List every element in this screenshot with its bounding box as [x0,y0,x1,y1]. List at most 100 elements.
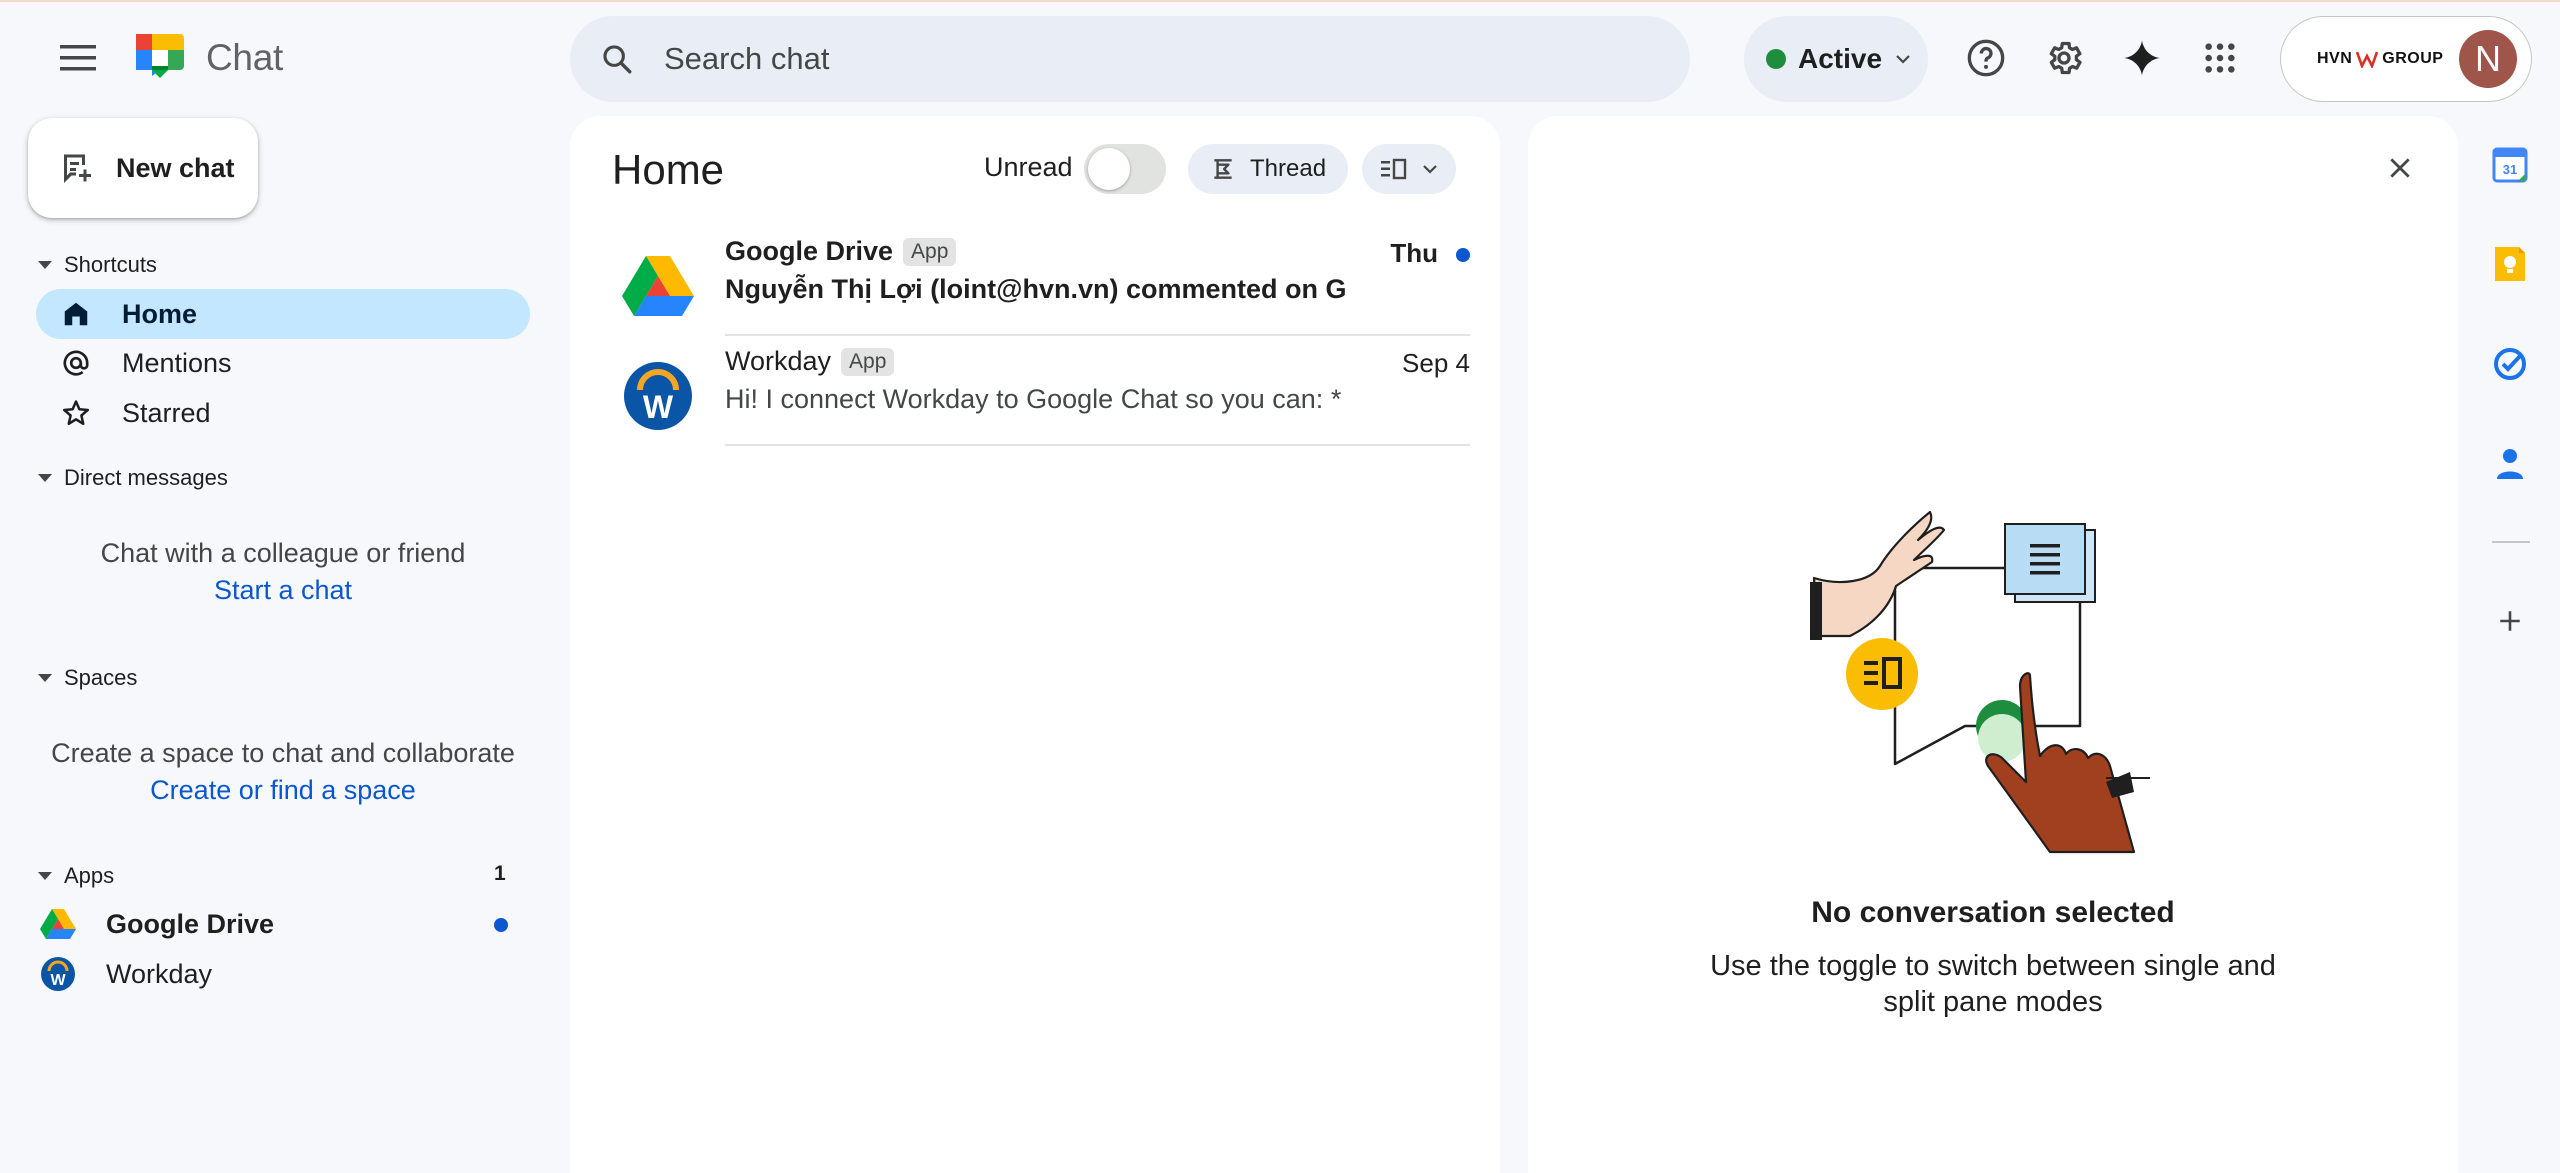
unread-toggle-label: Unread [984,152,1073,182]
conversation-preview: Hi! I connect Workday to Google Chat so … [725,384,1345,414]
conversation-title: Workday [725,346,832,376]
row-divider [725,444,1470,446]
home-conversation-list: Home Unread Thread Google Drive App Thu … [570,116,1500,1173]
new-chat-button[interactable]: New chat [28,118,258,218]
new-chat-label: New chat [116,152,235,183]
page-title: Home [612,146,725,193]
status-dropdown[interactable]: Active [1744,16,1928,102]
conversation-preview: Nguyễn Thị Lợi (loint@hvn.vn) commented … [725,274,1345,304]
get-add-ons-button[interactable] [2486,597,2534,645]
settings-button[interactable] [2036,30,2092,86]
unread-dot [494,918,508,932]
section-label: Shortcuts [64,252,157,277]
caret-down-icon [38,872,52,880]
search-icon[interactable] [600,42,634,76]
sidebar-item-label: Home [122,298,198,329]
start-chat-link[interactable]: Start a chat [36,572,530,609]
empty-state-illustration [1800,506,2180,886]
google-drive-icon [622,250,694,322]
spaces-empty-note: Create a space to chat and collaborate C… [36,735,530,809]
keep-app-button[interactable] [2486,240,2534,288]
conversation-date: Thu [1390,238,1438,268]
grid-apps-icon [2203,41,2237,75]
spaces-section-header[interactable]: Spaces [38,665,137,691]
conversation-name: Google Drive App [725,236,957,267]
conversation-name: Workday App [725,346,895,377]
chat-logo[interactable]: Chat [132,30,283,86]
toggle-knob [1088,148,1130,190]
app-title: Chat [206,37,283,78]
empty-state-title: No conversation selected [1811,896,2175,929]
sidebar-item-starred[interactable]: Starred [36,388,530,438]
caret-down-icon [38,474,52,482]
contacts-app-button[interactable] [2486,440,2534,488]
direct-messages-section-header[interactable]: Direct messages [38,465,228,491]
tasks-app-button[interactable] [2486,340,2534,388]
section-label: Apps [64,863,115,888]
shortcuts-section-header[interactable]: Shortcuts [38,252,157,278]
sidebar-item-google-drive[interactable]: Google Drive [40,899,520,949]
svg-text:W: W [50,972,66,989]
org-logo-left-text: HVN [2317,50,2353,67]
help-button[interactable] [1958,30,2014,86]
caret-down-icon [38,674,52,682]
sidebar-item-label: Mentions [122,347,232,378]
unread-dot [1456,248,1470,262]
thread-filter-chip[interactable]: Thread [1188,144,1349,194]
thread-icon [1210,156,1236,182]
apps-section-header[interactable]: Apps [38,863,114,889]
svg-text:31: 31 [2503,162,2517,177]
search-input[interactable] [664,41,1564,77]
org-logo-right-text: GROUP [2382,50,2444,67]
search-bar[interactable] [570,16,1690,102]
gemini-button[interactable] [2114,30,2170,86]
add-icon [2497,608,2523,634]
conversation-row-workday[interactable]: W Workday App Sep 4 Hi! I connect Workda… [622,336,1470,446]
sidebar-item-label: Starred [122,397,211,428]
avatar[interactable]: N [2459,30,2517,88]
chevron-down-icon [1422,164,1438,174]
rail-divider [2492,541,2530,543]
top-accent-line [0,0,2560,2]
sidebar-item-workday[interactable]: W Workday [40,949,520,999]
hamburger-menu-icon [60,44,96,72]
calendar-app-button[interactable]: 31 [2486,141,2534,189]
conversation-row-google-drive[interactable]: Google Drive App Thu Nguyễn Thị Lợi (loi… [622,226,1470,336]
conversation-date: Sep 4 [1402,348,1470,378]
apps-unread-count: 1 [494,862,506,885]
direct-messages-empty-note: Chat with a colleague or friend Start a … [36,535,530,609]
app-tag: App [841,347,895,376]
home-icon [60,298,92,330]
organization-logo: HVN GROUP [2317,50,2443,68]
help-icon [1966,38,2006,78]
app-tag: App [903,237,957,266]
at-icon [60,347,92,379]
contacts-icon [2495,447,2525,481]
gear-icon [2044,38,2084,78]
tasks-icon [2492,346,2528,382]
gemini-sparkle-icon [2122,38,2162,78]
google-chat-logo-icon [132,30,188,86]
split-pane-icon [1380,158,1408,180]
sidebar-item-mentions[interactable]: Mentions [36,338,530,388]
conversation-detail-pane: No conversation selected Use the toggle … [1528,116,2458,1173]
account-switcher[interactable]: HVN GROUP N [2280,16,2532,102]
status-label: Active [1798,43,1883,74]
section-label: Spaces [64,665,138,690]
apps-launcher-button[interactable] [2192,30,2248,86]
caret-down-icon [38,261,52,269]
sidebar-item-label: Google Drive [106,908,275,939]
section-label: Direct messages [64,465,228,490]
keep-icon [2493,245,2527,283]
sidebar-item-home[interactable]: Home [36,289,530,339]
sidebar-item-label: Workday [106,958,213,989]
unread-toggle[interactable] [1084,144,1166,194]
conversation-title: Google Drive [725,236,894,266]
pane-mode-toggle[interactable] [1362,144,1456,194]
chevron-down-icon [1894,53,1912,65]
create-or-find-space-link[interactable]: Create or find a space [36,772,530,809]
new-chat-icon [58,150,94,186]
main-menu-button[interactable] [50,30,106,86]
workday-icon: W [40,956,76,992]
close-pane-button[interactable] [2372,140,2428,196]
